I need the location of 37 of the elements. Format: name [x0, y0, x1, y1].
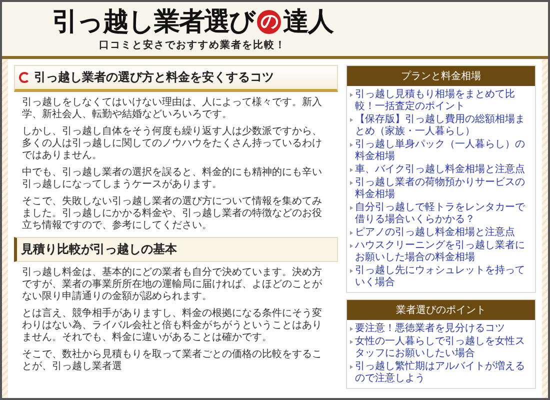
bullet-icon	[350, 340, 353, 344]
body-paragraph: そこで、失敗しない引っ越し業者の選び方について情報を集めてみました。引っ越しにかかる料金や、引っ越し業者の特徴などのお役立ち情報ですので、参考にしてください。	[21, 196, 323, 232]
sidebar-link[interactable]: 引っ越し業者の荷物預かりサービスの料金相場	[355, 177, 532, 201]
bullet-icon	[350, 168, 353, 172]
site-logo-title[interactable]: 引っ越し業者選び の 達人	[52, 6, 333, 38]
sidebar-link[interactable]: ピアノの引っ越し料金相場と注意点	[355, 227, 515, 239]
bullet-icon	[350, 206, 353, 210]
body-paragraph: しかし、引っ越し自体をそう何度も繰り返す人は少数派ですから、多くの人は引っ越しに関してのノウハウをたくさん持っているわけではありません。	[21, 126, 323, 162]
bullet-icon	[350, 143, 353, 147]
bullet-icon	[350, 365, 353, 369]
body-paragraph: 中でも、引っ越し業者の選択を誤ると、料金的にも精神的にも辛い引っ越しになってしまうケースがあります。	[21, 167, 323, 191]
sidebar-panel-title: 業者選びのポイント	[347, 300, 535, 320]
section-heading-text: 引っ越し業者の選び方と料金を安くするコツ	[34, 69, 274, 86]
bullet-icon	[350, 231, 353, 235]
sidebar-link[interactable]: 【保存版】引っ越し費用の総額相場まとめ（家族・一人暮らし）	[355, 114, 532, 138]
bullet-icon	[350, 118, 353, 122]
body-paragraph: 引っ越し料金は、基本的にどの業者も自分で決めています。決め方ですが、業者の事業所所在地の運輸局に届ければ、よほどのことがない限り申請通りの金額が認められます。	[21, 267, 323, 303]
section-heading-text: 見積り比較が引っ越しの基本	[21, 241, 177, 258]
sidebar-link[interactable]: 引っ越し繁忙期はアルバイトが増えるので注意しよう	[355, 361, 532, 385]
bullet-icon	[350, 244, 353, 248]
sidebar-panel-title: プランと料金相場	[347, 66, 535, 86]
bullet-icon	[350, 327, 353, 331]
body-paragraph: 引っ越しをしなくてはいけない理由は、人によって様々です。新入学、新社会人、転勤や結婚などいろいろです。	[21, 97, 323, 121]
body-paragraph: そこで、数社から見積もりを取って業者ごとの価格の比較をすることが、引っ越し業者選	[21, 349, 323, 373]
sidebar-link[interactable]: 車、バイク引っ越し料金相場と注意点	[355, 164, 525, 176]
body-paragraph: とは言え、競争相手がありますし、料金の根拠になる条件にそう変わりはない為、ライバル会社と倍も料金がちがうということはありません。それでも、料金に違いがあることは確かです。	[21, 308, 323, 344]
bullet-icon	[350, 93, 353, 97]
bullet-icon	[350, 269, 353, 273]
sidebar-link[interactable]: 自分引っ越しで軽トラをレンタカーで借りる場合いくらかかる？	[355, 202, 532, 226]
bullet-icon	[350, 181, 353, 185]
sidebar-link[interactable]: 引っ越し先にウォシュレットを持っていく場合	[355, 265, 532, 289]
sidebar-link[interactable]: 女性の一人暮らしで引っ越しを女性スタッフにお願いしたい場合	[355, 336, 532, 360]
sidebar-link[interactable]: 引っ越し見積もり相場をまとめて比較！一括査定のポイント	[355, 89, 532, 113]
sidebar-link[interactable]: 引っ越し単身パック（一人暮らし）の料金相場	[355, 139, 532, 163]
site-tagline: 口コミと安さでおすすめ業者を比較！	[99, 38, 286, 52]
sidebar-link[interactable]: ハウスクリーニングを引っ越し業者にお願いした場合の料金相場	[355, 240, 532, 264]
sidebar-link[interactable]: 要注意！悪徳業者を見分けるコツ	[355, 323, 505, 335]
